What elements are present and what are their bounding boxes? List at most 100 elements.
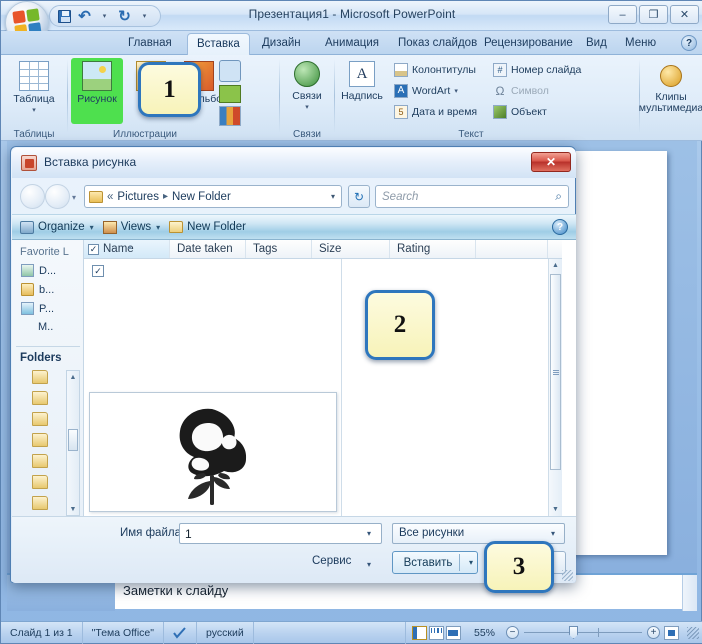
status-language[interactable]: русский [197,621,254,644]
wordart-button[interactable]: A WordArt ▾ [394,82,458,99]
breadcrumb-pictures[interactable]: Pictures [117,191,159,203]
close-button[interactable]: ✕ [670,5,699,24]
favorite-item-more[interactable]: M.. [12,318,83,336]
dialog-title-bar[interactable]: Вставка рисунка ✕ [12,148,576,178]
object-button[interactable]: Объект [493,103,547,120]
scroll-down-icon[interactable]: ▼ [67,503,79,515]
tools-button[interactable]: Сервис [312,555,351,567]
diagram-icon[interactable] [219,85,241,103]
folder-scroll-thumb[interactable] [68,429,78,451]
zoom-slider[interactable]: − + [502,625,683,640]
notes-scrollbar[interactable] [682,575,697,611]
links-button[interactable]: Связи ▾ [281,58,333,124]
zoom-out-button[interactable]: − [506,626,519,639]
undo-icon[interactable]: ↶ [76,8,93,25]
tree-folder-icon[interactable] [32,475,48,489]
list-scroll-thumb[interactable] [550,274,561,470]
filename-dropdown-icon[interactable]: ▾ [367,529,371,538]
tab-pokaz-slaydov[interactable]: Показ слайдов [389,33,486,55]
tab-glavnaya[interactable]: Главная [119,33,181,55]
new-folder-button[interactable]: New Folder [169,221,246,233]
folder-tree[interactable]: ▲ ▼ [12,370,84,516]
tree-folder-icon[interactable] [32,412,48,426]
organize-button[interactable]: Organize ▾ [20,220,98,234]
scroll-up-icon[interactable]: ▲ [549,259,562,272]
chart-icon[interactable] [219,106,241,126]
zoom-percent[interactable]: 55% [467,627,502,639]
zoom-track[interactable] [524,626,642,639]
redo-icon[interactable]: ↻ [116,8,133,25]
tree-folder-icon[interactable] [32,391,48,405]
dialog-close-button[interactable]: ✕ [531,152,571,172]
column-rating[interactable]: Rating [390,240,476,258]
select-all-checkbox[interactable]: ✓ [88,243,99,255]
help-icon[interactable]: ? [681,35,697,51]
zoom-in-button[interactable]: + [647,626,660,639]
back-button[interactable] [20,184,45,209]
tree-folder-icon[interactable] [32,370,48,384]
spellcheck-icon[interactable] [164,621,197,644]
tree-folder-icon[interactable] [32,433,48,447]
tab-vid[interactable]: Вид [577,33,616,55]
search-input[interactable]: Search [382,191,555,203]
header-footer-button[interactable]: Колонтитулы [394,61,476,78]
picture-button[interactable]: Рисунок [71,58,123,124]
file-items-column[interactable]: ✓ [84,259,342,516]
favorite-item-b[interactable]: b... [12,280,83,299]
zoom-thumb[interactable] [569,626,578,639]
tab-dizayn[interactable]: Дизайн [253,33,310,55]
table-button[interactable]: Таблица ▾ [8,58,60,124]
scroll-down-icon[interactable]: ▼ [549,503,562,516]
history-dropdown-icon[interactable]: ▾ [72,193,76,202]
address-dropdown-icon[interactable]: ▾ [331,192,335,201]
search-box[interactable]: Search ⌕ [375,185,569,208]
save-icon[interactable] [56,8,73,25]
normal-view-button[interactable] [411,625,427,640]
views-button[interactable]: Views ▾ [102,220,164,234]
maximize-button[interactable]: ❐ [639,5,668,24]
column-name[interactable]: ✓ Name ▲ [84,240,170,258]
column-tags[interactable]: Tags [246,240,312,258]
scroll-up-icon[interactable]: ▲ [67,371,79,383]
new-folder-label: New Folder [187,221,246,233]
undo-dropdown-icon[interactable]: ▾ [96,8,113,25]
insert-dropdown-icon[interactable]: ▾ [469,558,473,567]
filename-input[interactable]: 1 [179,523,382,544]
address-bar[interactable]: « Pictures ▸ New Folder ▾ [84,185,342,208]
refresh-button[interactable]: ↻ [348,185,370,208]
breadcrumb-new-folder[interactable]: New Folder [172,191,231,203]
favorite-item-documents[interactable]: D... [12,261,83,280]
fit-slide-button[interactable] [664,625,679,640]
qat-customize-icon[interactable]: ▾ [136,8,153,25]
folder-tree-scrollbar[interactable]: ▲ ▼ [66,370,80,516]
symbol-button[interactable]: Ω Символ [493,82,549,99]
tab-retsenzirovanie[interactable]: Рецензирование [475,33,582,55]
forward-button[interactable] [45,184,70,209]
column-size[interactable]: Size [312,240,390,258]
textbox-button[interactable]: A Надпись [336,58,388,124]
tab-vstavka[interactable]: Вставка [187,33,250,55]
column-date-taken[interactable]: Date taken [170,240,246,258]
slide-number-button[interactable]: # Номер слайда [493,61,581,78]
tree-folder-icon[interactable] [32,496,48,510]
smartart-icon[interactable] [219,60,241,82]
tab-animatsiya[interactable]: Анимация [316,33,388,55]
status-theme[interactable]: "Тема Office" [83,621,164,644]
file-list-scrollbar[interactable]: ▲ ▼ [548,259,562,516]
file-thumbnail[interactable] [89,392,337,512]
reading-view-button[interactable] [445,625,461,640]
slide-sorter-button[interactable] [428,625,444,640]
tree-folder-icon[interactable] [32,454,48,468]
filetype-dropdown-icon[interactable]: ▾ [551,529,555,538]
file-checkbox[interactable]: ✓ [92,265,104,277]
favorite-item-pictures[interactable]: P... [12,299,83,318]
dialog-resize-grip-icon[interactable] [562,570,573,581]
media-clips-button[interactable]: Клипы мультимедиа [639,58,702,124]
minimize-button[interactable]: – [608,5,637,24]
tab-menyu[interactable]: Меню [616,33,665,55]
dialog-help-icon[interactable]: ? [552,219,568,235]
column-extra[interactable] [476,240,548,258]
tools-dropdown-icon[interactable]: ▾ [367,560,371,569]
date-time-button[interactable]: 5 Дата и время [394,103,477,120]
insert-button[interactable]: Вставить ▾ [392,551,478,574]
